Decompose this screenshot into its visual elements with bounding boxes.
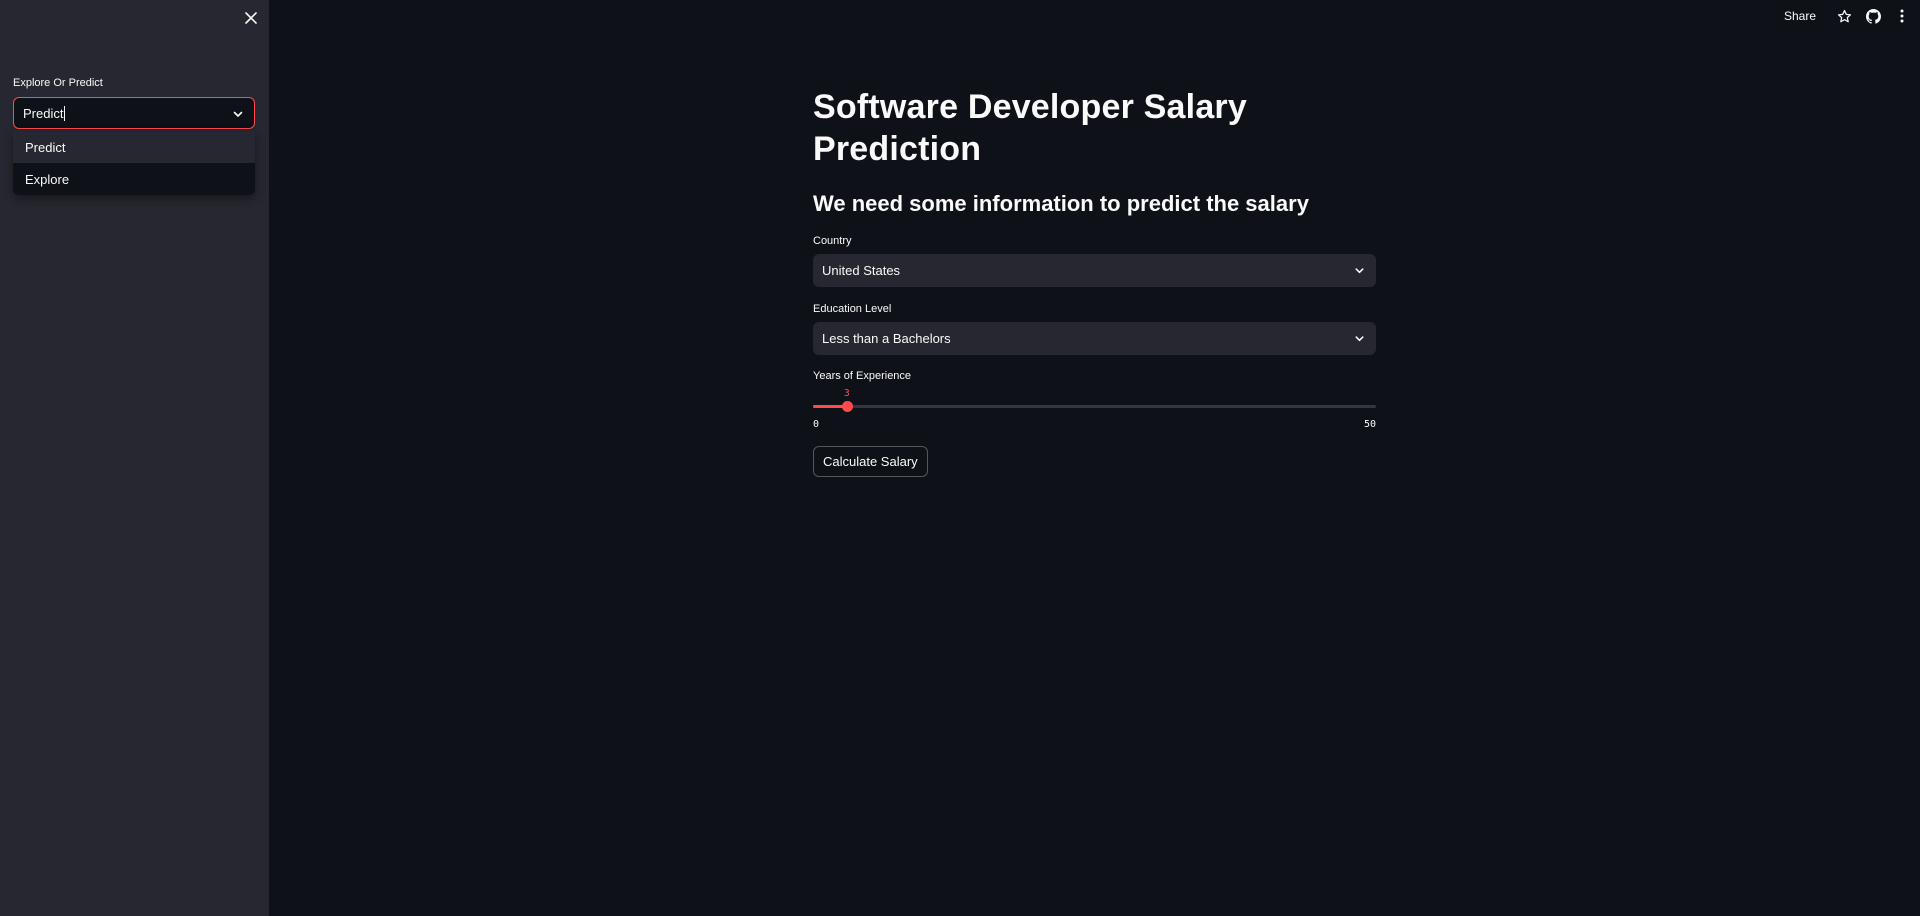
star-button[interactable] — [1836, 8, 1852, 24]
github-button[interactable] — [1865, 8, 1881, 24]
education-select-value[interactable]: Less than a Bachelors — [822, 331, 951, 346]
education-label: Education Level — [813, 303, 892, 315]
close-sidebar-button[interactable] — [240, 7, 262, 29]
app-toolbar: Share — [1784, 6, 1910, 26]
slider-max-label: 50 — [1363, 419, 1376, 430]
github-icon — [1865, 8, 1881, 24]
chevron-down-icon[interactable] — [1353, 264, 1366, 277]
explore-predict-label: Explore Or Predict — [13, 77, 103, 89]
slider-track[interactable] — [813, 405, 1376, 408]
country-select[interactable]: United States — [813, 254, 1376, 287]
close-icon — [245, 12, 257, 24]
star-icon — [1837, 9, 1851, 22]
share-button[interactable]: Share — [1784, 9, 1816, 23]
experience-label: Years of Experience — [813, 370, 912, 382]
page-subtitle: We need some information to predict the … — [813, 191, 1309, 216]
explore-predict-select[interactable]: Predict — [13, 97, 255, 129]
chevron-down-icon[interactable] — [1353, 332, 1366, 345]
main-menu-button[interactable] — [1894, 8, 1910, 24]
more-vertical-icon — [1900, 9, 1904, 23]
chevron-down-icon[interactable] — [231, 107, 245, 121]
education-select[interactable]: Less than a Bachelors — [813, 322, 1376, 355]
dropdown-option-predict[interactable]: Predict — [13, 131, 255, 163]
slider-thumb[interactable] — [841, 401, 853, 412]
text-caret — [64, 105, 66, 121]
explore-predict-select-value[interactable]: Predict — [23, 106, 63, 121]
sidebar: Explore Or Predict Predict Predict Explo… — [0, 0, 269, 916]
country-select-value[interactable]: United States — [822, 263, 900, 278]
slider-min-label: 0 — [813, 419, 820, 430]
dropdown-option-explore[interactable]: Explore — [13, 163, 255, 195]
slider-value: 3 — [843, 388, 850, 399]
experience-slider[interactable]: 3 0 50 — [813, 385, 1376, 430]
country-label: Country — [813, 235, 852, 247]
page-title: Software Developer Salary Prediction — [813, 88, 1247, 168]
explore-predict-dropdown: Predict Explore — [13, 131, 255, 195]
calculate-salary-button[interactable]: Calculate Salary — [813, 446, 928, 477]
